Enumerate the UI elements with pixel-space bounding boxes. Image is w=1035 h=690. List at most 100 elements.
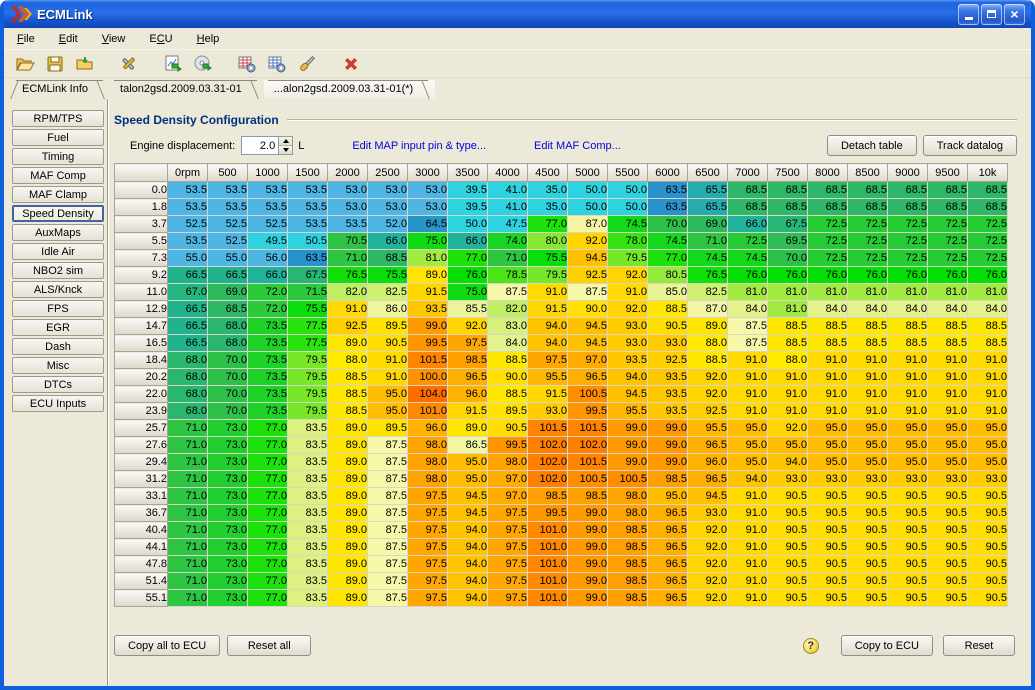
- ve-cell[interactable]: 98.0: [408, 471, 448, 488]
- ve-cell[interactable]: 90.5: [808, 522, 848, 539]
- ve-cell[interactable]: 91.0: [888, 386, 928, 403]
- ve-cell[interactable]: 94.0: [728, 471, 768, 488]
- ve-cell[interactable]: 87.5: [368, 573, 408, 590]
- row-header-44-1[interactable]: 44.1: [115, 539, 168, 556]
- ve-cell[interactable]: 90.5: [768, 539, 808, 556]
- ve-cell[interactable]: 73.0: [208, 488, 248, 505]
- ve-cell[interactable]: 93.5: [648, 403, 688, 420]
- col-header-6000[interactable]: 6000: [648, 164, 688, 182]
- ve-cell[interactable]: 76.0: [888, 267, 928, 284]
- ve-cell[interactable]: 73.0: [208, 505, 248, 522]
- ve-cell[interactable]: 83.5: [288, 488, 328, 505]
- ve-cell[interactable]: 83.5: [288, 539, 328, 556]
- reset-all-button[interactable]: Reset all: [227, 635, 311, 656]
- ve-cell[interactable]: 55.0: [168, 250, 208, 267]
- ve-cell[interactable]: 68.0: [168, 386, 208, 403]
- reset-button[interactable]: Reset: [943, 635, 1015, 656]
- ve-cell[interactable]: 74.5: [608, 216, 648, 233]
- ve-cell[interactable]: 74.0: [488, 233, 528, 250]
- ve-cell[interactable]: 53.5: [248, 199, 288, 216]
- ve-cell[interactable]: 75.5: [528, 250, 568, 267]
- export-graph-button[interactable]: [160, 52, 186, 76]
- ve-cell[interactable]: 94.0: [768, 454, 808, 471]
- row-header-7-3[interactable]: 7.3: [115, 250, 168, 267]
- ve-cell[interactable]: 90.5: [968, 488, 1008, 505]
- ve-cell[interactable]: 53.0: [368, 199, 408, 216]
- ve-cell[interactable]: 77.0: [248, 488, 288, 505]
- ve-cell[interactable]: 88.5: [968, 318, 1008, 335]
- ve-cell[interactable]: 86.5: [448, 437, 488, 454]
- ve-cell[interactable]: 50.0: [608, 182, 648, 199]
- ve-cell[interactable]: 71.0: [168, 454, 208, 471]
- ve-cell[interactable]: 97.5: [408, 539, 448, 556]
- ve-cell[interactable]: 90.5: [928, 573, 968, 590]
- ve-cell[interactable]: 91.0: [888, 403, 928, 420]
- menu-item-help[interactable]: Help: [188, 30, 229, 48]
- detach-table-button[interactable]: Detach table: [827, 135, 917, 156]
- ve-cell[interactable]: 95.5: [688, 420, 728, 437]
- col-header-2500[interactable]: 2500: [368, 164, 408, 182]
- ve-cell[interactable]: 53.0: [328, 199, 368, 216]
- ve-cell[interactable]: 53.0: [408, 182, 448, 199]
- ve-cell[interactable]: 91.5: [528, 301, 568, 318]
- ve-cell[interactable]: 93.0: [648, 335, 688, 352]
- ve-cell[interactable]: 94.5: [568, 250, 608, 267]
- ve-cell[interactable]: 72.5: [848, 250, 888, 267]
- ve-cell[interactable]: 90.5: [768, 556, 808, 573]
- ve-cell[interactable]: 89.0: [328, 437, 368, 454]
- ve-cell[interactable]: 90.5: [808, 556, 848, 573]
- ve-cell[interactable]: 91.0: [888, 352, 928, 369]
- ve-cell[interactable]: 53.5: [168, 233, 208, 250]
- ve-cell[interactable]: 89.0: [328, 488, 368, 505]
- sidebar-item-ecu-inputs[interactable]: ECU Inputs: [12, 395, 104, 412]
- ve-cell[interactable]: 98.5: [608, 539, 648, 556]
- ve-cell[interactable]: 78.5: [488, 267, 528, 284]
- ve-cell[interactable]: 66.5: [208, 267, 248, 284]
- ve-cell[interactable]: 91.0: [928, 352, 968, 369]
- ve-cell[interactable]: 73.0: [208, 590, 248, 607]
- ve-cell[interactable]: 88.5: [928, 318, 968, 335]
- ve-cell[interactable]: 96.0: [688, 454, 728, 471]
- delete-button[interactable]: [338, 52, 364, 76]
- ve-cell[interactable]: 88.5: [808, 335, 848, 352]
- ve-cell[interactable]: 89.0: [688, 318, 728, 335]
- ve-cell[interactable]: 90.5: [768, 505, 808, 522]
- ve-cell[interactable]: 90.5: [888, 573, 928, 590]
- ve-cell[interactable]: 99.0: [568, 573, 608, 590]
- spinner-down-button[interactable]: [279, 146, 292, 154]
- ve-cell[interactable]: 68.5: [808, 182, 848, 199]
- ve-cell[interactable]: 80.0: [528, 233, 568, 250]
- ve-cell[interactable]: 97.5: [408, 522, 448, 539]
- ve-cell[interactable]: 71.0: [168, 522, 208, 539]
- ve-cell[interactable]: 87.5: [568, 284, 608, 301]
- sidebar-item-dtcs[interactable]: DTCs: [12, 376, 104, 393]
- app-settings-button[interactable]: [116, 52, 142, 76]
- ve-cell[interactable]: 77.0: [448, 250, 488, 267]
- ve-cell[interactable]: 77.0: [528, 216, 568, 233]
- engine-displacement-input[interactable]: [241, 136, 279, 155]
- ve-cell[interactable]: 95.0: [968, 454, 1008, 471]
- ve-cell[interactable]: 72.5: [888, 216, 928, 233]
- ve-cell[interactable]: 98.5: [608, 573, 648, 590]
- col-header-10k[interactable]: 10k: [968, 164, 1008, 182]
- ve-cell[interactable]: 95.0: [888, 437, 928, 454]
- ve-cell[interactable]: 94.5: [448, 488, 488, 505]
- ve-cell[interactable]: 91.0: [728, 488, 768, 505]
- ve-cell[interactable]: 87.5: [368, 590, 408, 607]
- ve-cell[interactable]: 91.0: [808, 369, 848, 386]
- ve-cell[interactable]: 92.0: [688, 556, 728, 573]
- ve-cell[interactable]: 94.5: [568, 335, 608, 352]
- ve-cell[interactable]: 97.5: [448, 335, 488, 352]
- row-header-1-8[interactable]: 1.8: [115, 199, 168, 216]
- ve-cell[interactable]: 73.0: [208, 573, 248, 590]
- ve-cell[interactable]: 77.5: [288, 318, 328, 335]
- ve-cell[interactable]: 84.0: [888, 301, 928, 318]
- ve-cell[interactable]: 90.5: [928, 505, 968, 522]
- ve-cell[interactable]: 79.5: [528, 267, 568, 284]
- ve-cell[interactable]: 77.0: [648, 250, 688, 267]
- ve-cell[interactable]: 67.5: [288, 267, 328, 284]
- ve-cell[interactable]: 78.0: [608, 233, 648, 250]
- col-header-9000[interactable]: 9000: [888, 164, 928, 182]
- write-cd-button[interactable]: [190, 52, 216, 76]
- ve-cell[interactable]: 75.5: [288, 301, 328, 318]
